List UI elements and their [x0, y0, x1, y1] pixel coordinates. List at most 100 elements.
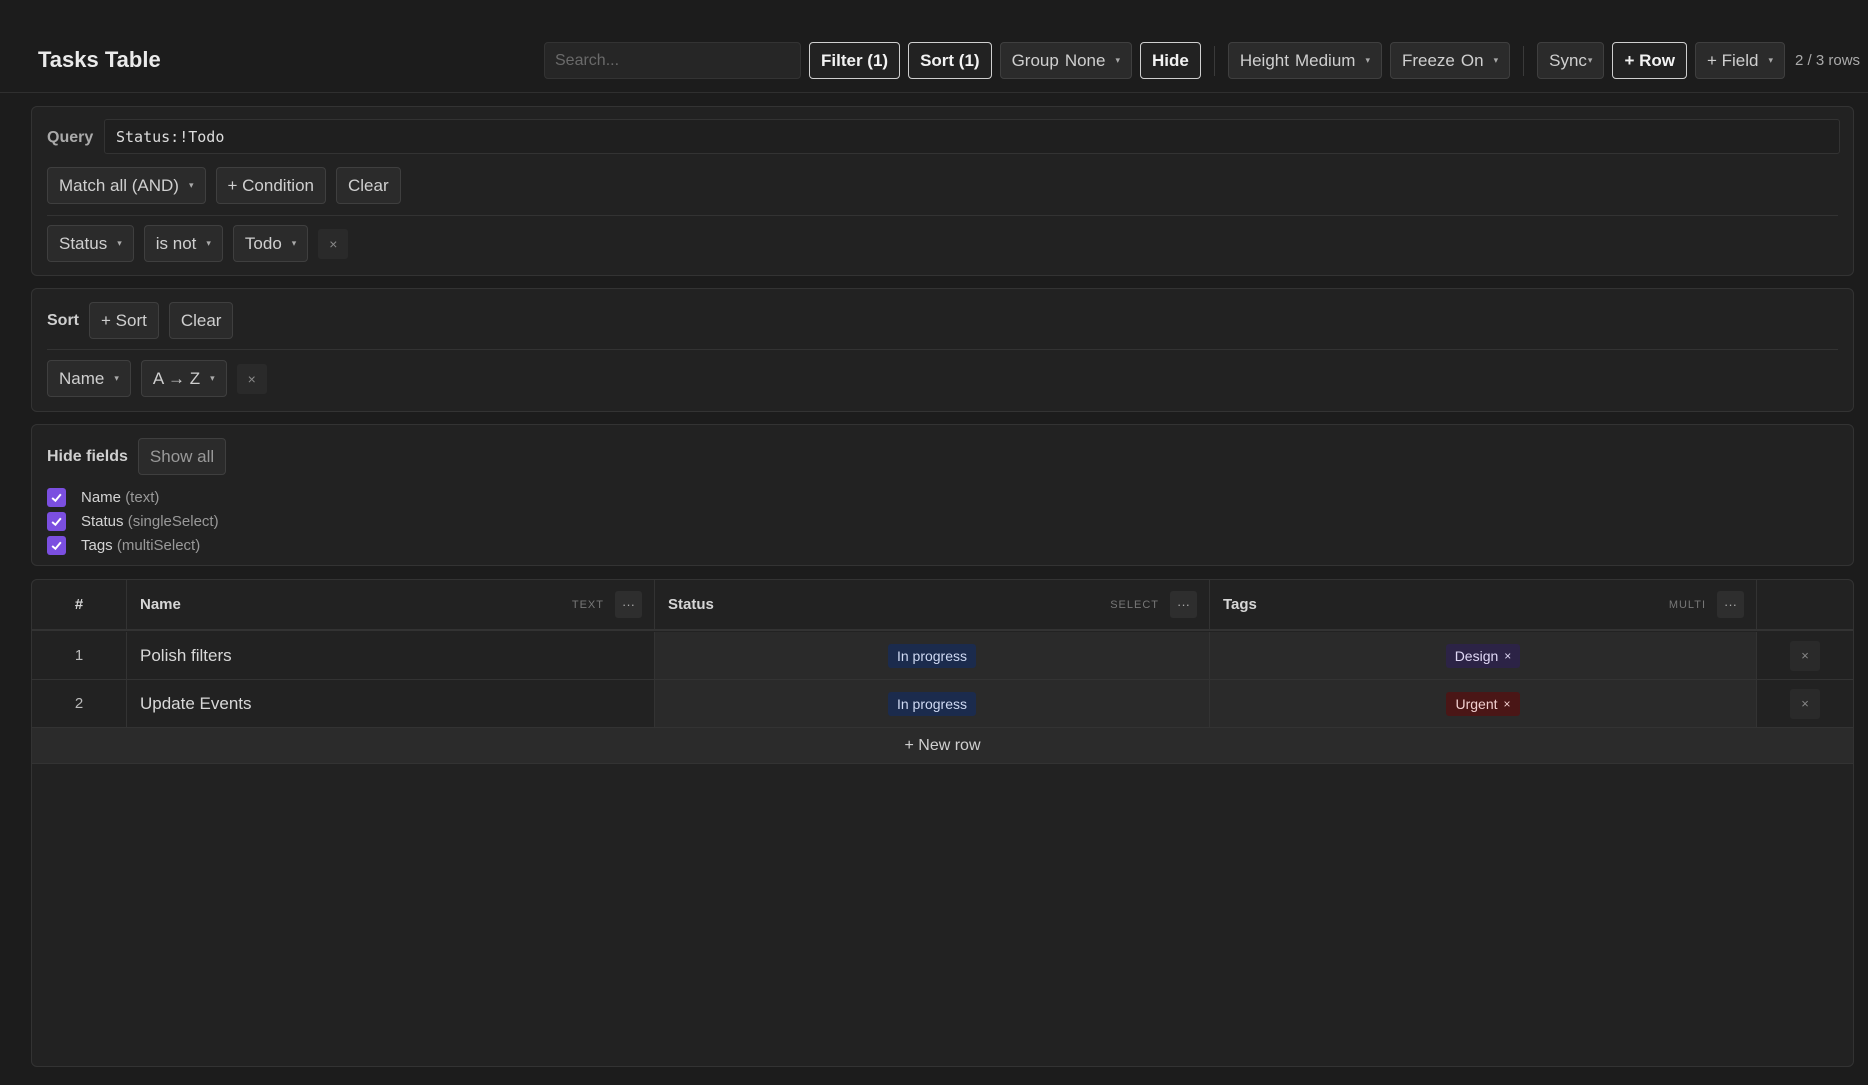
show-all-button[interactable]: Show all: [137, 438, 227, 475]
row-number: 2: [32, 680, 127, 727]
sort-direction: A → Z: [152, 368, 201, 388]
add-field-dropdown[interactable]: + Field ▾: [1694, 42, 1786, 79]
status-badge: In progress: [887, 691, 977, 716]
table-row: 1 Polish filters In progress Design × ×: [32, 632, 1853, 680]
condition-field-dropdown[interactable]: Status ▾: [47, 225, 134, 262]
caret-down-icon: ▾: [1768, 55, 1774, 65]
table-header: # Name TEXT ··· Status SELECT ··· Tags M…: [32, 580, 1853, 631]
column-header-number: #: [32, 580, 127, 629]
checkbox-checked-icon[interactable]: [47, 535, 66, 555]
group-dropdown[interactable]: Group None ▾: [999, 42, 1132, 79]
field-type: (multiSelect): [116, 536, 201, 554]
sort-header: Sort + Sort Clear: [47, 302, 234, 339]
sort-panel: Sort + Sort Clear Name ▾ A → Z ▾ ×: [31, 288, 1854, 412]
cell-name[interactable]: Update Events: [127, 680, 655, 727]
freeze-label: Freeze: [1401, 50, 1455, 70]
add-sort-button[interactable]: + Sort: [89, 302, 159, 339]
row-count: 2 / 3 rows: [1795, 52, 1861, 69]
cell-name[interactable]: Polish filters: [127, 632, 655, 679]
toolbar-divider: [1523, 45, 1525, 76]
caret-down-icon: ▾: [188, 180, 194, 190]
checkbox-checked-icon[interactable]: [47, 511, 66, 531]
caret-down-icon: ▾: [210, 373, 215, 383]
field-name: Tags: [81, 536, 113, 554]
condition-value-dropdown[interactable]: Todo ▾: [232, 225, 309, 262]
caret-down-icon: ▾: [1115, 55, 1120, 65]
sort-divider: [47, 349, 1838, 350]
sort-field: Name: [59, 368, 105, 388]
column-header-tags[interactable]: Tags MULTI ···: [1210, 580, 1757, 629]
freeze-value: On: [1460, 50, 1484, 70]
height-dropdown[interactable]: Height Medium ▾: [1227, 42, 1382, 79]
caret-down-icon: ▾: [117, 238, 122, 248]
column-header-name[interactable]: Name TEXT ···: [127, 580, 655, 629]
add-condition-button[interactable]: + Condition: [215, 167, 326, 204]
cell-actions: ×: [1757, 632, 1853, 679]
query-divider: [47, 215, 1838, 216]
toolbar: Filter (1) Sort (1) Group None ▾ Hide He…: [544, 42, 1860, 79]
cell-tags[interactable]: Design ×: [1210, 632, 1757, 679]
clear-sort-button[interactable]: Clear: [168, 302, 234, 339]
caret-down-icon: ▾: [114, 373, 119, 383]
hide-button[interactable]: Hide: [1139, 42, 1201, 79]
column-menu-icon[interactable]: ···: [615, 591, 642, 618]
caret-down-icon: ▾: [1365, 55, 1370, 65]
group-value: None: [1064, 50, 1106, 70]
tag-chip: Design ×: [1445, 643, 1521, 668]
remove-tag-icon[interactable]: ×: [1504, 649, 1511, 663]
field-type: (singleSelect): [127, 512, 219, 530]
condition-operator-dropdown[interactable]: is not ▾: [143, 225, 223, 262]
remove-tag-icon[interactable]: ×: [1504, 697, 1511, 711]
column-header-actions: [1757, 580, 1853, 629]
caret-down-icon: ▾: [291, 238, 297, 248]
sort-rule-row: Name ▾ A → Z ▾ ×: [47, 360, 267, 397]
field-toggle-status[interactable]: Status (singleSelect): [47, 509, 219, 533]
query-label: Query: [47, 129, 94, 146]
query-input[interactable]: [104, 119, 1840, 154]
delete-row-icon[interactable]: ×: [1790, 640, 1820, 671]
cell-status[interactable]: In progress: [655, 632, 1210, 679]
hide-fields-panel: Hide fields Show all Name (text) Status …: [31, 424, 1854, 566]
delete-row-icon[interactable]: ×: [1790, 688, 1820, 719]
condition-value: Todo: [244, 233, 282, 253]
fields-list: Name (text) Status (singleSelect) Tags (…: [47, 485, 219, 557]
field-type: (text): [125, 488, 160, 506]
condition-row: Status ▾ is not ▾ Todo ▾ ×: [47, 225, 349, 262]
caret-down-icon: ▾: [1493, 55, 1499, 65]
sync-dropdown[interactable]: Sync ▾: [1537, 42, 1605, 79]
checkbox-checked-icon[interactable]: [47, 487, 66, 507]
hide-fields-label: Hide fields: [47, 447, 128, 465]
condition-operator: is not: [155, 233, 197, 253]
sort-field-dropdown[interactable]: Name ▾: [47, 360, 131, 397]
cell-status[interactable]: In progress: [655, 680, 1210, 727]
data-table: # Name TEXT ··· Status SELECT ··· Tags M…: [31, 579, 1854, 1067]
match-mode-dropdown[interactable]: Match all (AND) ▾: [47, 167, 206, 204]
sort-button[interactable]: Sort (1): [908, 42, 992, 79]
search-input[interactable]: [544, 42, 801, 79]
tag-chip: Urgent ×: [1446, 691, 1520, 716]
table-row: 2 Update Events In progress Urgent × ×: [32, 680, 1853, 728]
filter-button[interactable]: Filter (1): [809, 42, 901, 79]
remove-condition-icon[interactable]: ×: [318, 228, 349, 259]
column-header-status[interactable]: Status SELECT ···: [655, 580, 1210, 629]
freeze-dropdown[interactable]: Freeze On ▾: [1389, 42, 1511, 79]
field-toggle-tags[interactable]: Tags (multiSelect): [47, 533, 219, 557]
column-type: MULTI: [1668, 598, 1706, 611]
new-row-button[interactable]: + New row: [32, 728, 1853, 764]
column-type: TEXT: [571, 598, 604, 611]
clear-conditions-button[interactable]: Clear: [335, 167, 401, 204]
add-row-button[interactable]: + Row: [1612, 42, 1687, 79]
column-menu-icon[interactable]: ···: [1717, 591, 1744, 618]
field-toggle-name[interactable]: Name (text): [47, 485, 219, 509]
sort-label: Sort: [47, 311, 79, 329]
column-type: SELECT: [1110, 598, 1159, 611]
field-name: Name: [81, 488, 122, 506]
remove-sort-icon[interactable]: ×: [236, 363, 267, 394]
condition-field: Status: [59, 233, 108, 253]
column-label: Status: [668, 596, 714, 613]
cell-tags[interactable]: Urgent ×: [1210, 680, 1757, 727]
column-menu-icon[interactable]: ···: [1170, 591, 1197, 618]
cell-actions: ×: [1757, 680, 1853, 727]
query-panel: Query Match all (AND) ▾ + Condition Clea…: [31, 106, 1854, 276]
sort-direction-dropdown[interactable]: A → Z ▾: [140, 360, 227, 397]
